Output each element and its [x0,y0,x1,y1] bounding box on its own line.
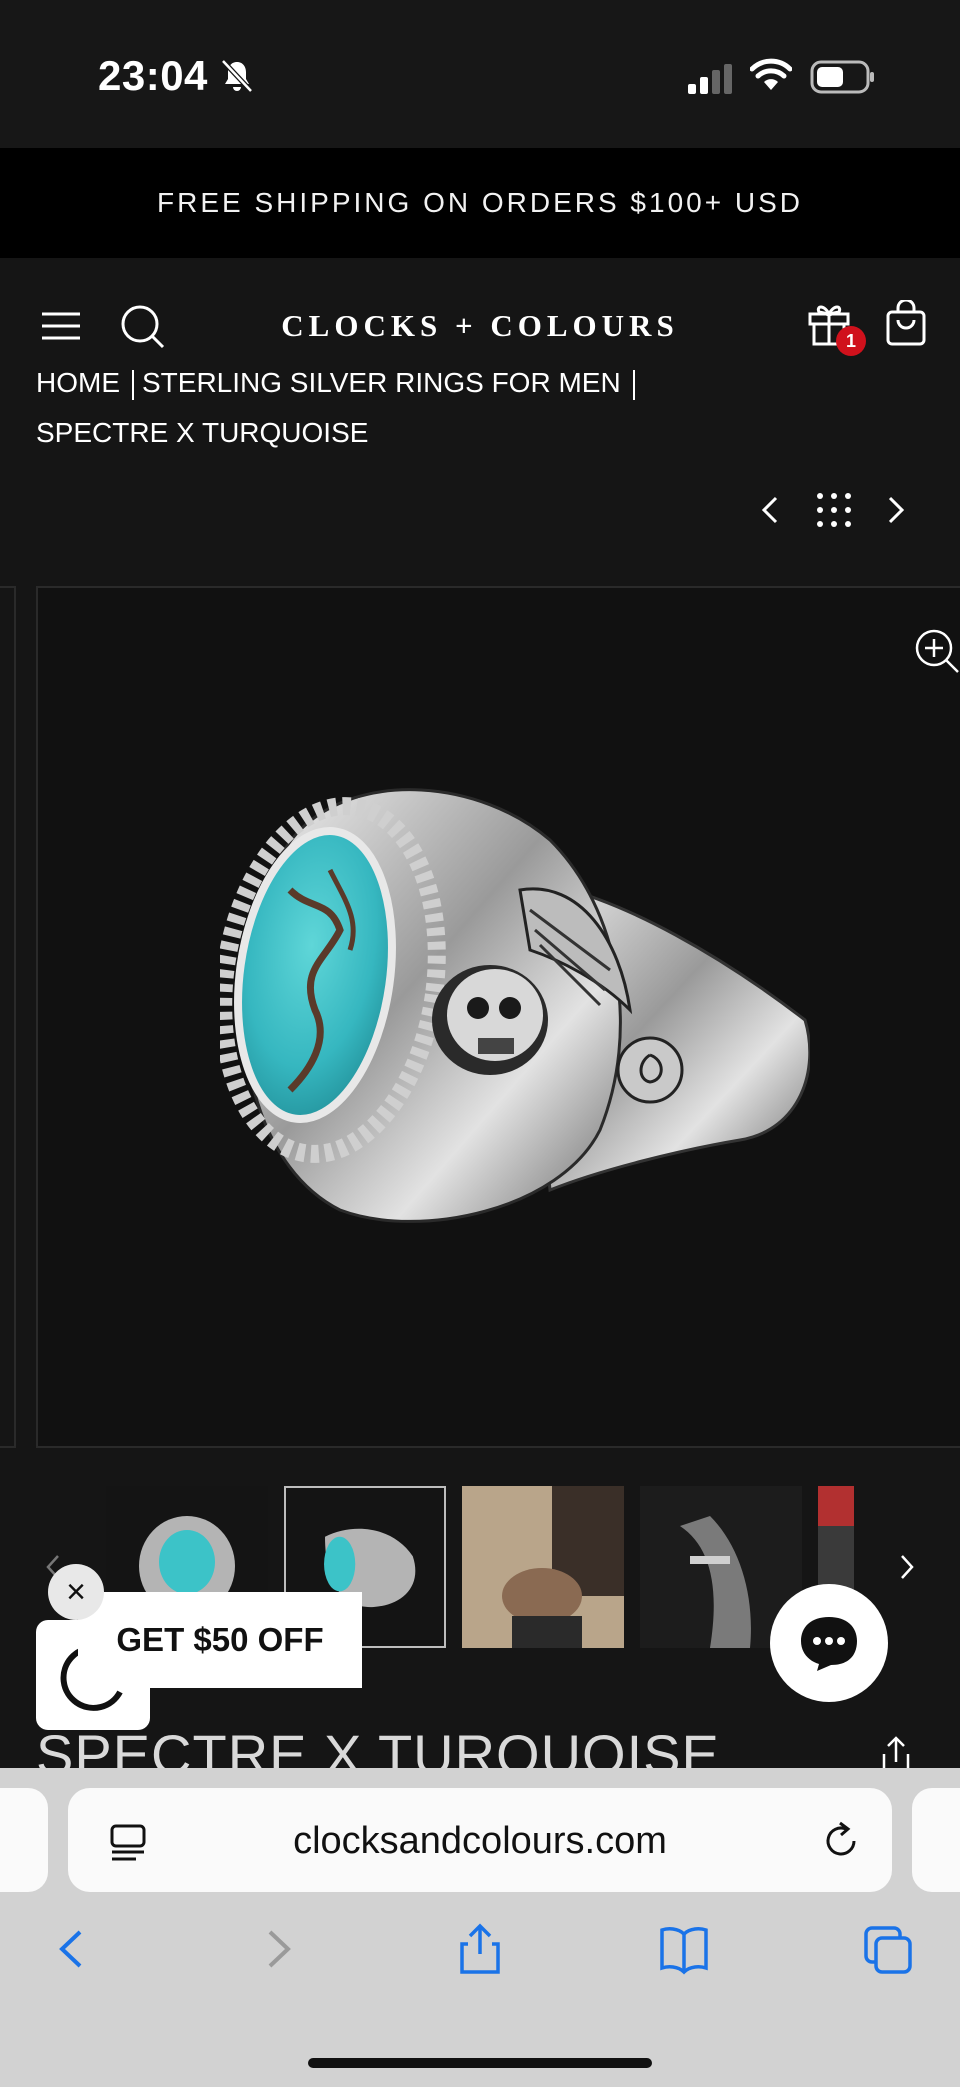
share-sheet-icon[interactable] [454,1922,506,1976]
url-text: clocksandcolours.com [293,1820,667,1862]
bookmarks-icon[interactable] [658,1922,710,1976]
status-time: 23:04 [98,52,208,99]
forward-icon[interactable] [252,1922,304,1976]
close-offer-button[interactable]: × [48,1564,104,1620]
gift-badge: 1 [836,326,866,356]
grid-icon[interactable] [812,488,856,532]
ring-image [220,788,810,1223]
site-logo[interactable]: CLOCKS + COLOURS [220,308,740,344]
signal-icon [688,64,732,94]
thumbnail-model-hand [462,1486,624,1648]
close-icon: × [66,1572,86,1611]
chat-icon [801,1617,857,1671]
chevron-left-icon[interactable] [756,490,784,530]
breadcrumb-divider [132,369,134,400]
bag-icon[interactable] [884,300,928,346]
previous-tab-edge[interactable] [0,1788,48,1892]
wifi-icon [750,58,792,90]
thumbnail-next-icon[interactable] [898,1552,916,1582]
previous-slide-edge [0,586,16,1448]
thumbnail-3[interactable] [462,1486,624,1648]
back-icon[interactable] [46,1922,98,1976]
chat-button[interactable] [770,1584,888,1702]
breadcrumb: HOME STERLING SILVER RINGS FOR MEN SPECTR… [36,358,736,458]
search-icon[interactable] [118,302,166,350]
browser-chrome: clocksandcolours.com [0,1768,960,2087]
address-bar[interactable]: clocksandcolours.com [68,1788,892,1892]
tabs-icon[interactable] [862,1922,914,1976]
breadcrumb-category[interactable]: STERLING SILVER RINGS FOR MEN [142,367,621,398]
breadcrumb-current: SPECTRE X TURQUOISE [36,417,369,448]
zoom-in-icon[interactable] [914,628,960,674]
battery-icon [810,60,874,94]
breadcrumb-home[interactable]: HOME [36,367,120,398]
breadcrumb-divider [632,369,635,400]
bell-slash-icon [221,59,253,93]
chevron-right-icon[interactable] [882,490,910,530]
status-bar: 23:04 [0,0,960,148]
next-tab-edge[interactable] [912,1788,960,1892]
home-indicator [308,2058,652,2068]
announcement-text: FREE SHIPPING ON ORDERS $100+ USD [157,187,803,218]
announcement-bar[interactable]: FREE SHIPPING ON ORDERS $100+ USD [0,148,960,258]
offer-banner[interactable]: GET $50 OFF [78,1592,362,1688]
offer-text: GET $50 OFF [116,1621,324,1658]
menu-icon[interactable] [40,310,82,342]
reload-icon[interactable] [820,1820,862,1862]
